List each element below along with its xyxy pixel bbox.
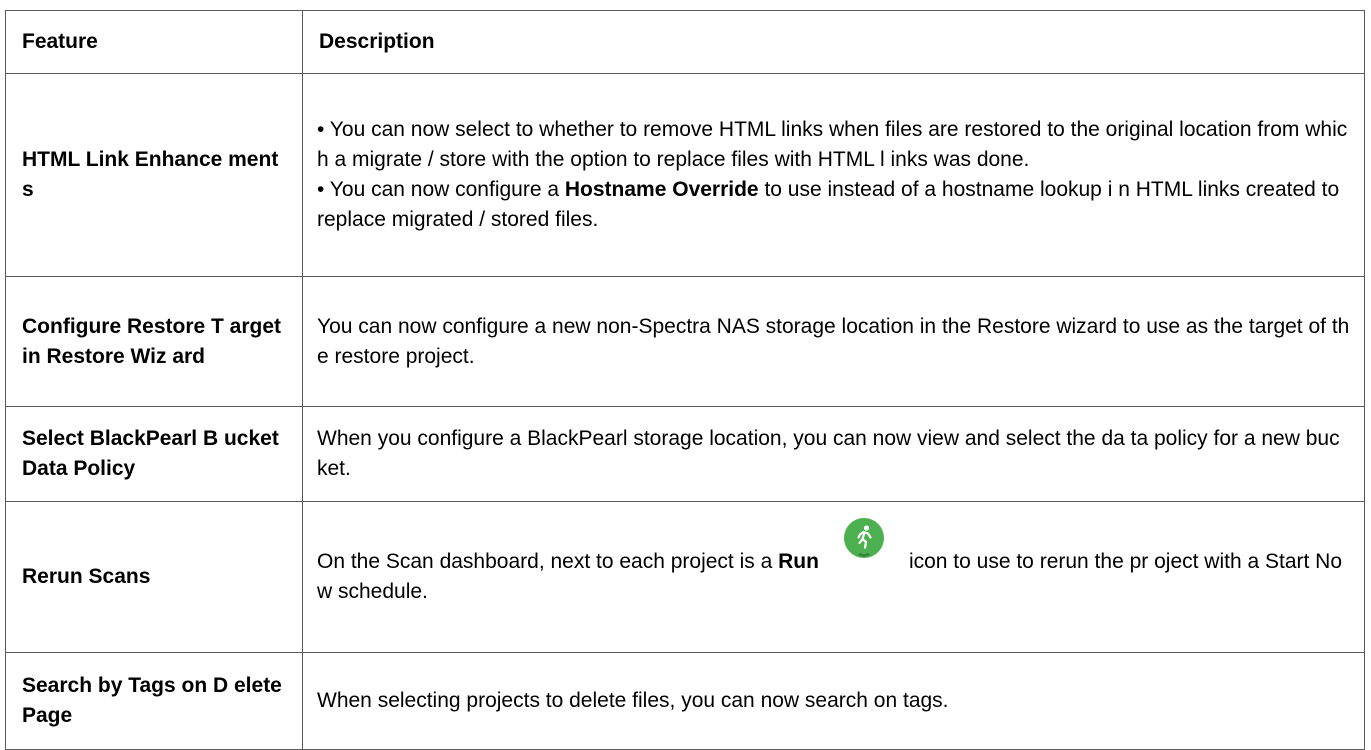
- hostname-override-term: Hostname Override: [564, 178, 759, 202]
- running-person-icon: [843, 517, 885, 559]
- table-row: Search by Tags on D elete Page When sele…: [5, 651, 1365, 750]
- run-term: Run: [778, 549, 819, 573]
- description-cell: When you configure a BlackPearl storage …: [302, 406, 1365, 502]
- description-text: • You can now configure a: [317, 178, 565, 202]
- table-row: Rerun Scans On the Scan dashboard, next …: [5, 500, 1365, 653]
- description-cell: • You can now select to whether to remov…: [302, 72, 1365, 278]
- feature-cell: HTML Link Enhance ments: [5, 72, 303, 278]
- feature-cell: Configure Restore T arget in Restore Wiz…: [5, 276, 303, 408]
- description-cell: You can now configure a new non-Spectra …: [302, 276, 1365, 408]
- description-text: On the Scan dashboard, next to each proj…: [317, 549, 779, 573]
- table-row: HTML Link Enhance ments • You can now se…: [5, 72, 1365, 278]
- feature-cell: Select BlackPearl B ucket Data Policy: [5, 406, 303, 502]
- feature-column-header: Feature: [5, 10, 303, 74]
- description-column-header: Description: [302, 10, 1365, 74]
- description-bullet: • You can now select to whether to remov…: [317, 118, 1348, 172]
- table-row: Configure Restore T arget in Restore Wiz…: [5, 276, 1365, 408]
- description-cell: When selecting projects to delete files,…: [302, 651, 1365, 750]
- table-row: Select BlackPearl B ucket Data Policy Wh…: [5, 406, 1365, 502]
- release-notes-table: Feature Description HTML Link Enhance me…: [5, 10, 1365, 750]
- table-header-row: Feature Description: [5, 10, 1365, 74]
- feature-cell: Search by Tags on D elete Page: [5, 651, 303, 750]
- description-cell: On the Scan dashboard, next to each proj…: [302, 500, 1365, 653]
- feature-cell: Rerun Scans: [5, 500, 303, 653]
- description-bullet: • You can now configure a Hostname Overr…: [317, 175, 1350, 235]
